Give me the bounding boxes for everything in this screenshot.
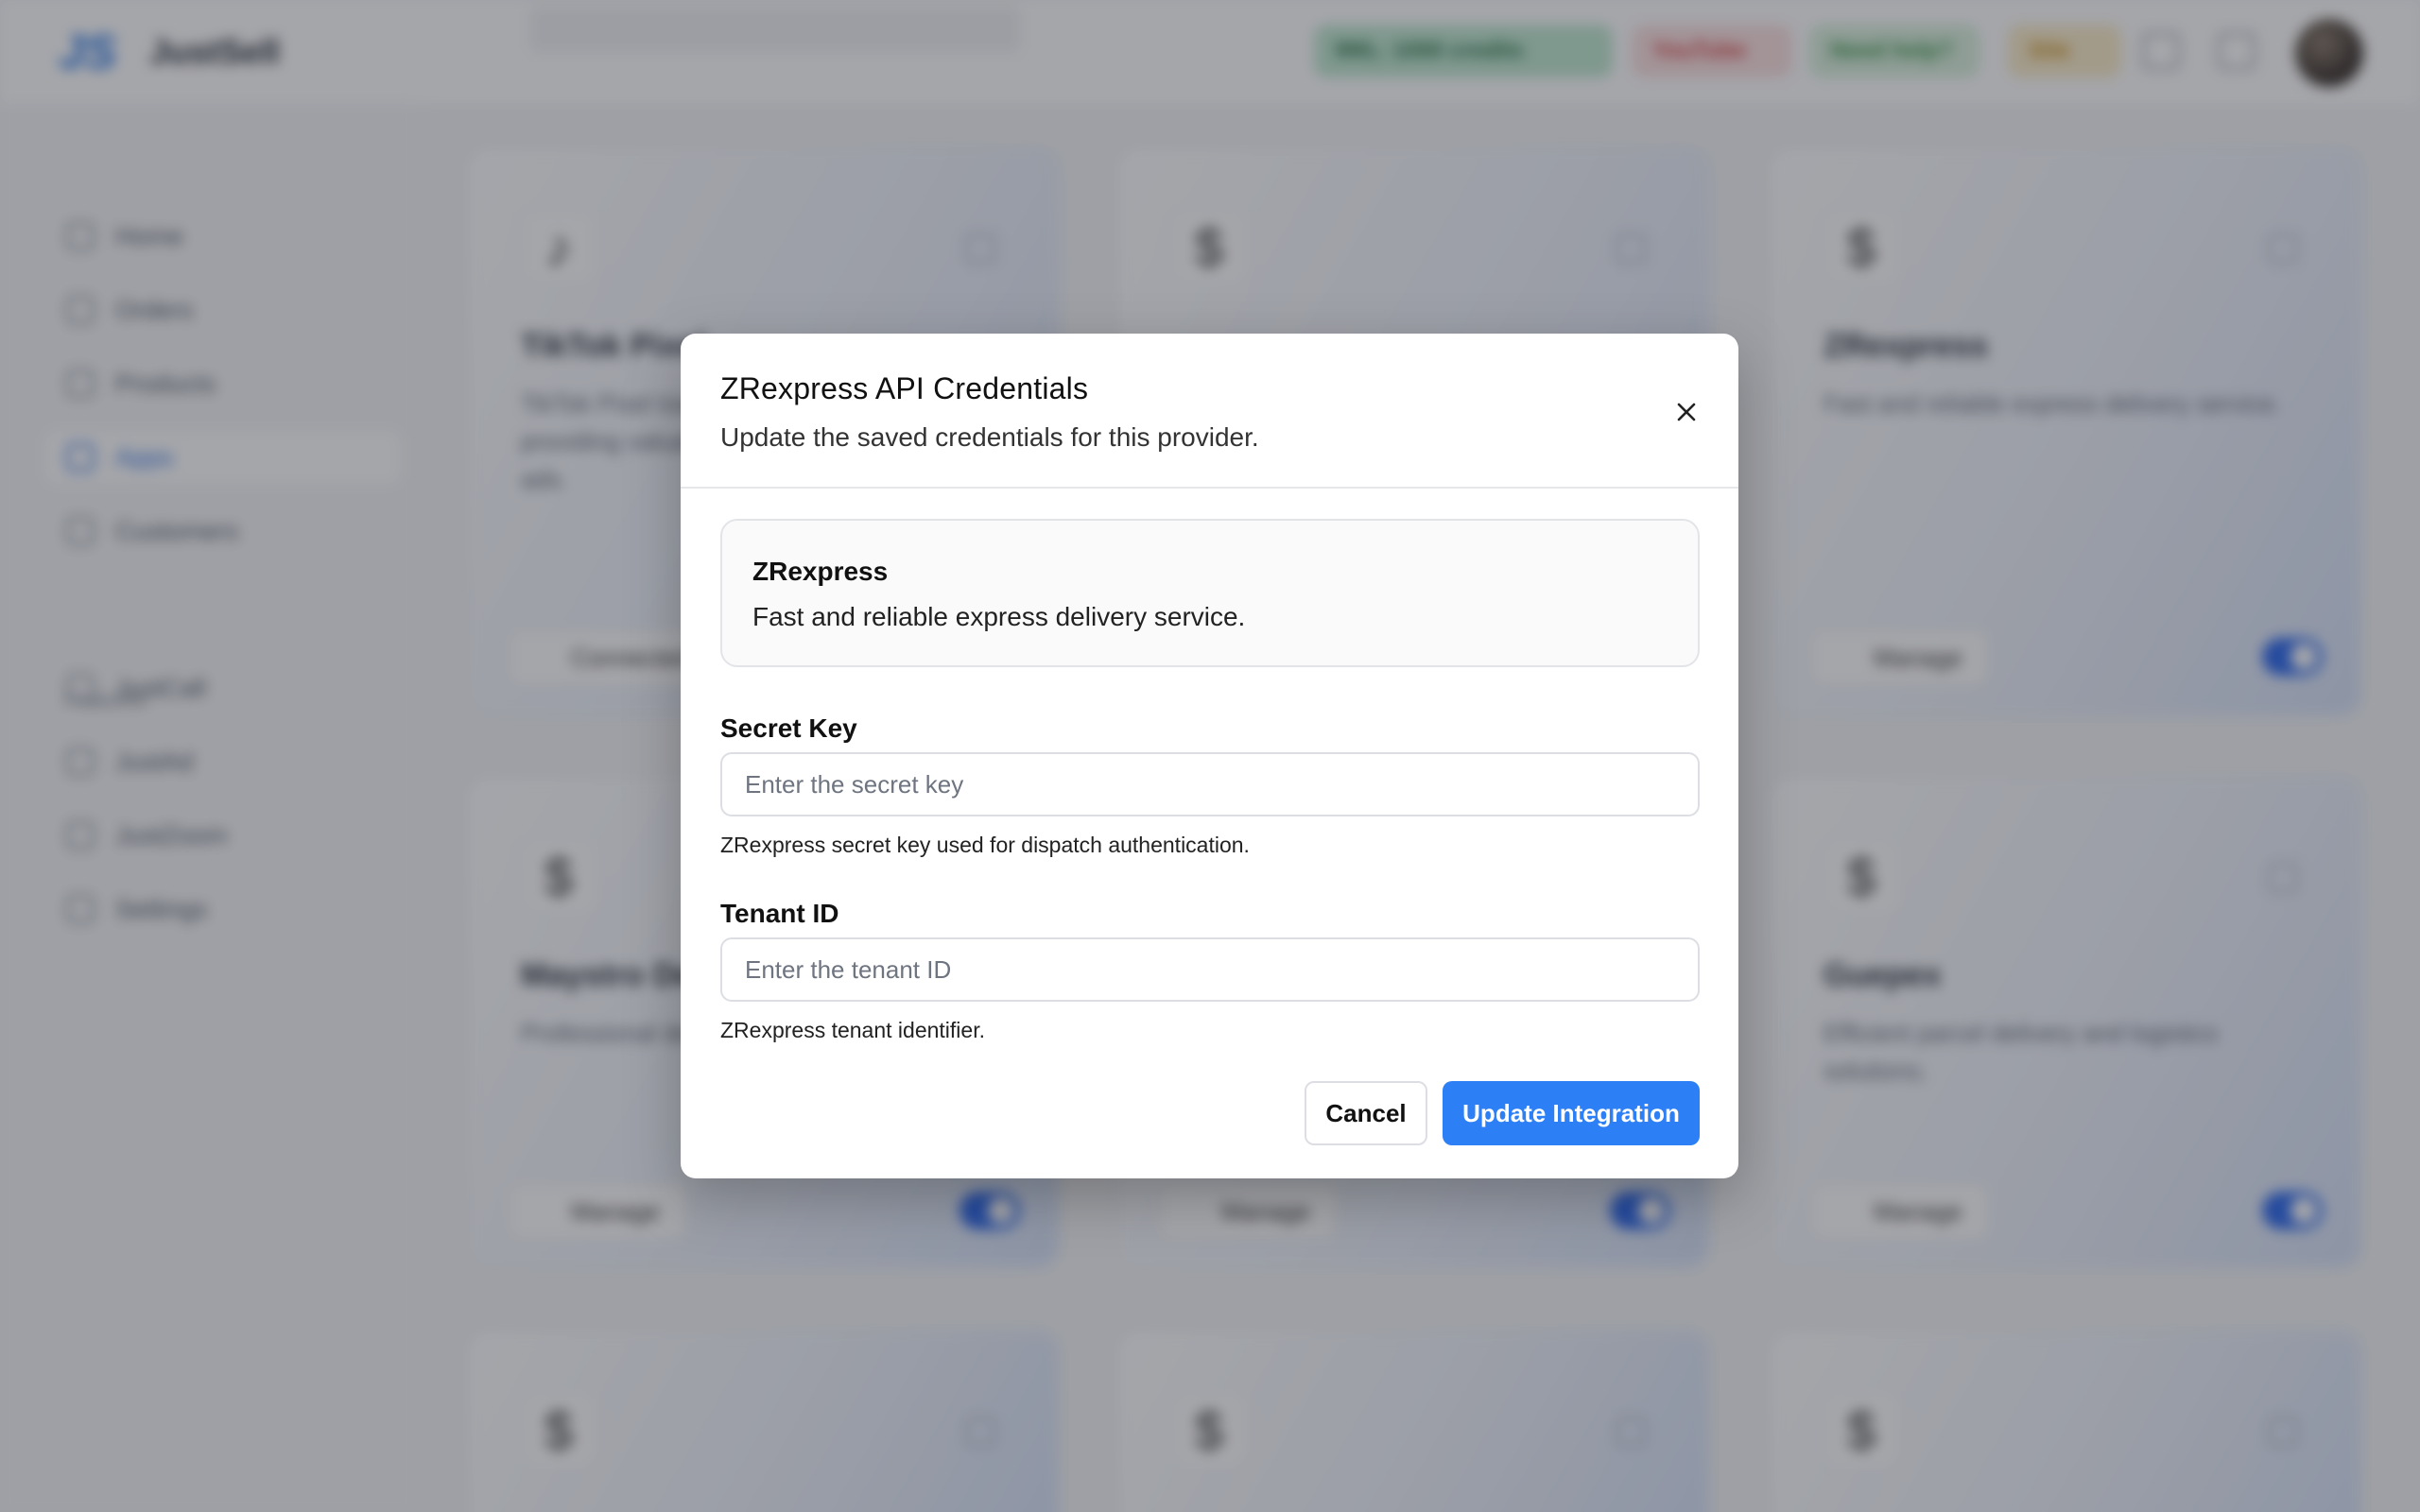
secret-key-help: ZRexpress secret key used for dispatch a… (720, 833, 1250, 857)
modal-subtitle: Update the saved credentials for this pr… (720, 422, 1259, 452)
tenant-id-input[interactable] (720, 937, 1700, 1002)
close-icon (1677, 403, 1696, 421)
cancel-button[interactable]: Cancel (1305, 1081, 1427, 1145)
tenant-id-help: ZRexpress tenant identifier. (720, 1018, 985, 1042)
update-integration-button[interactable]: Update Integration (1443, 1081, 1700, 1145)
provider-description: Fast and reliable express delivery servi… (752, 602, 1246, 631)
tenant-id-label: Tenant ID (720, 899, 839, 928)
provider-summary: ZRexpress Fast and reliable express deli… (720, 519, 1700, 667)
modal-title: ZRexpress API Credentials (720, 371, 1089, 405)
close-button[interactable] (1668, 393, 1705, 431)
credentials-modal: ZRexpress API Credentials Update the sav… (681, 334, 1738, 1178)
secret-key-input[interactable] (720, 752, 1700, 816)
modal-divider (681, 487, 1738, 489)
provider-name: ZRexpress (752, 557, 889, 586)
secret-key-label: Secret Key (720, 713, 857, 743)
